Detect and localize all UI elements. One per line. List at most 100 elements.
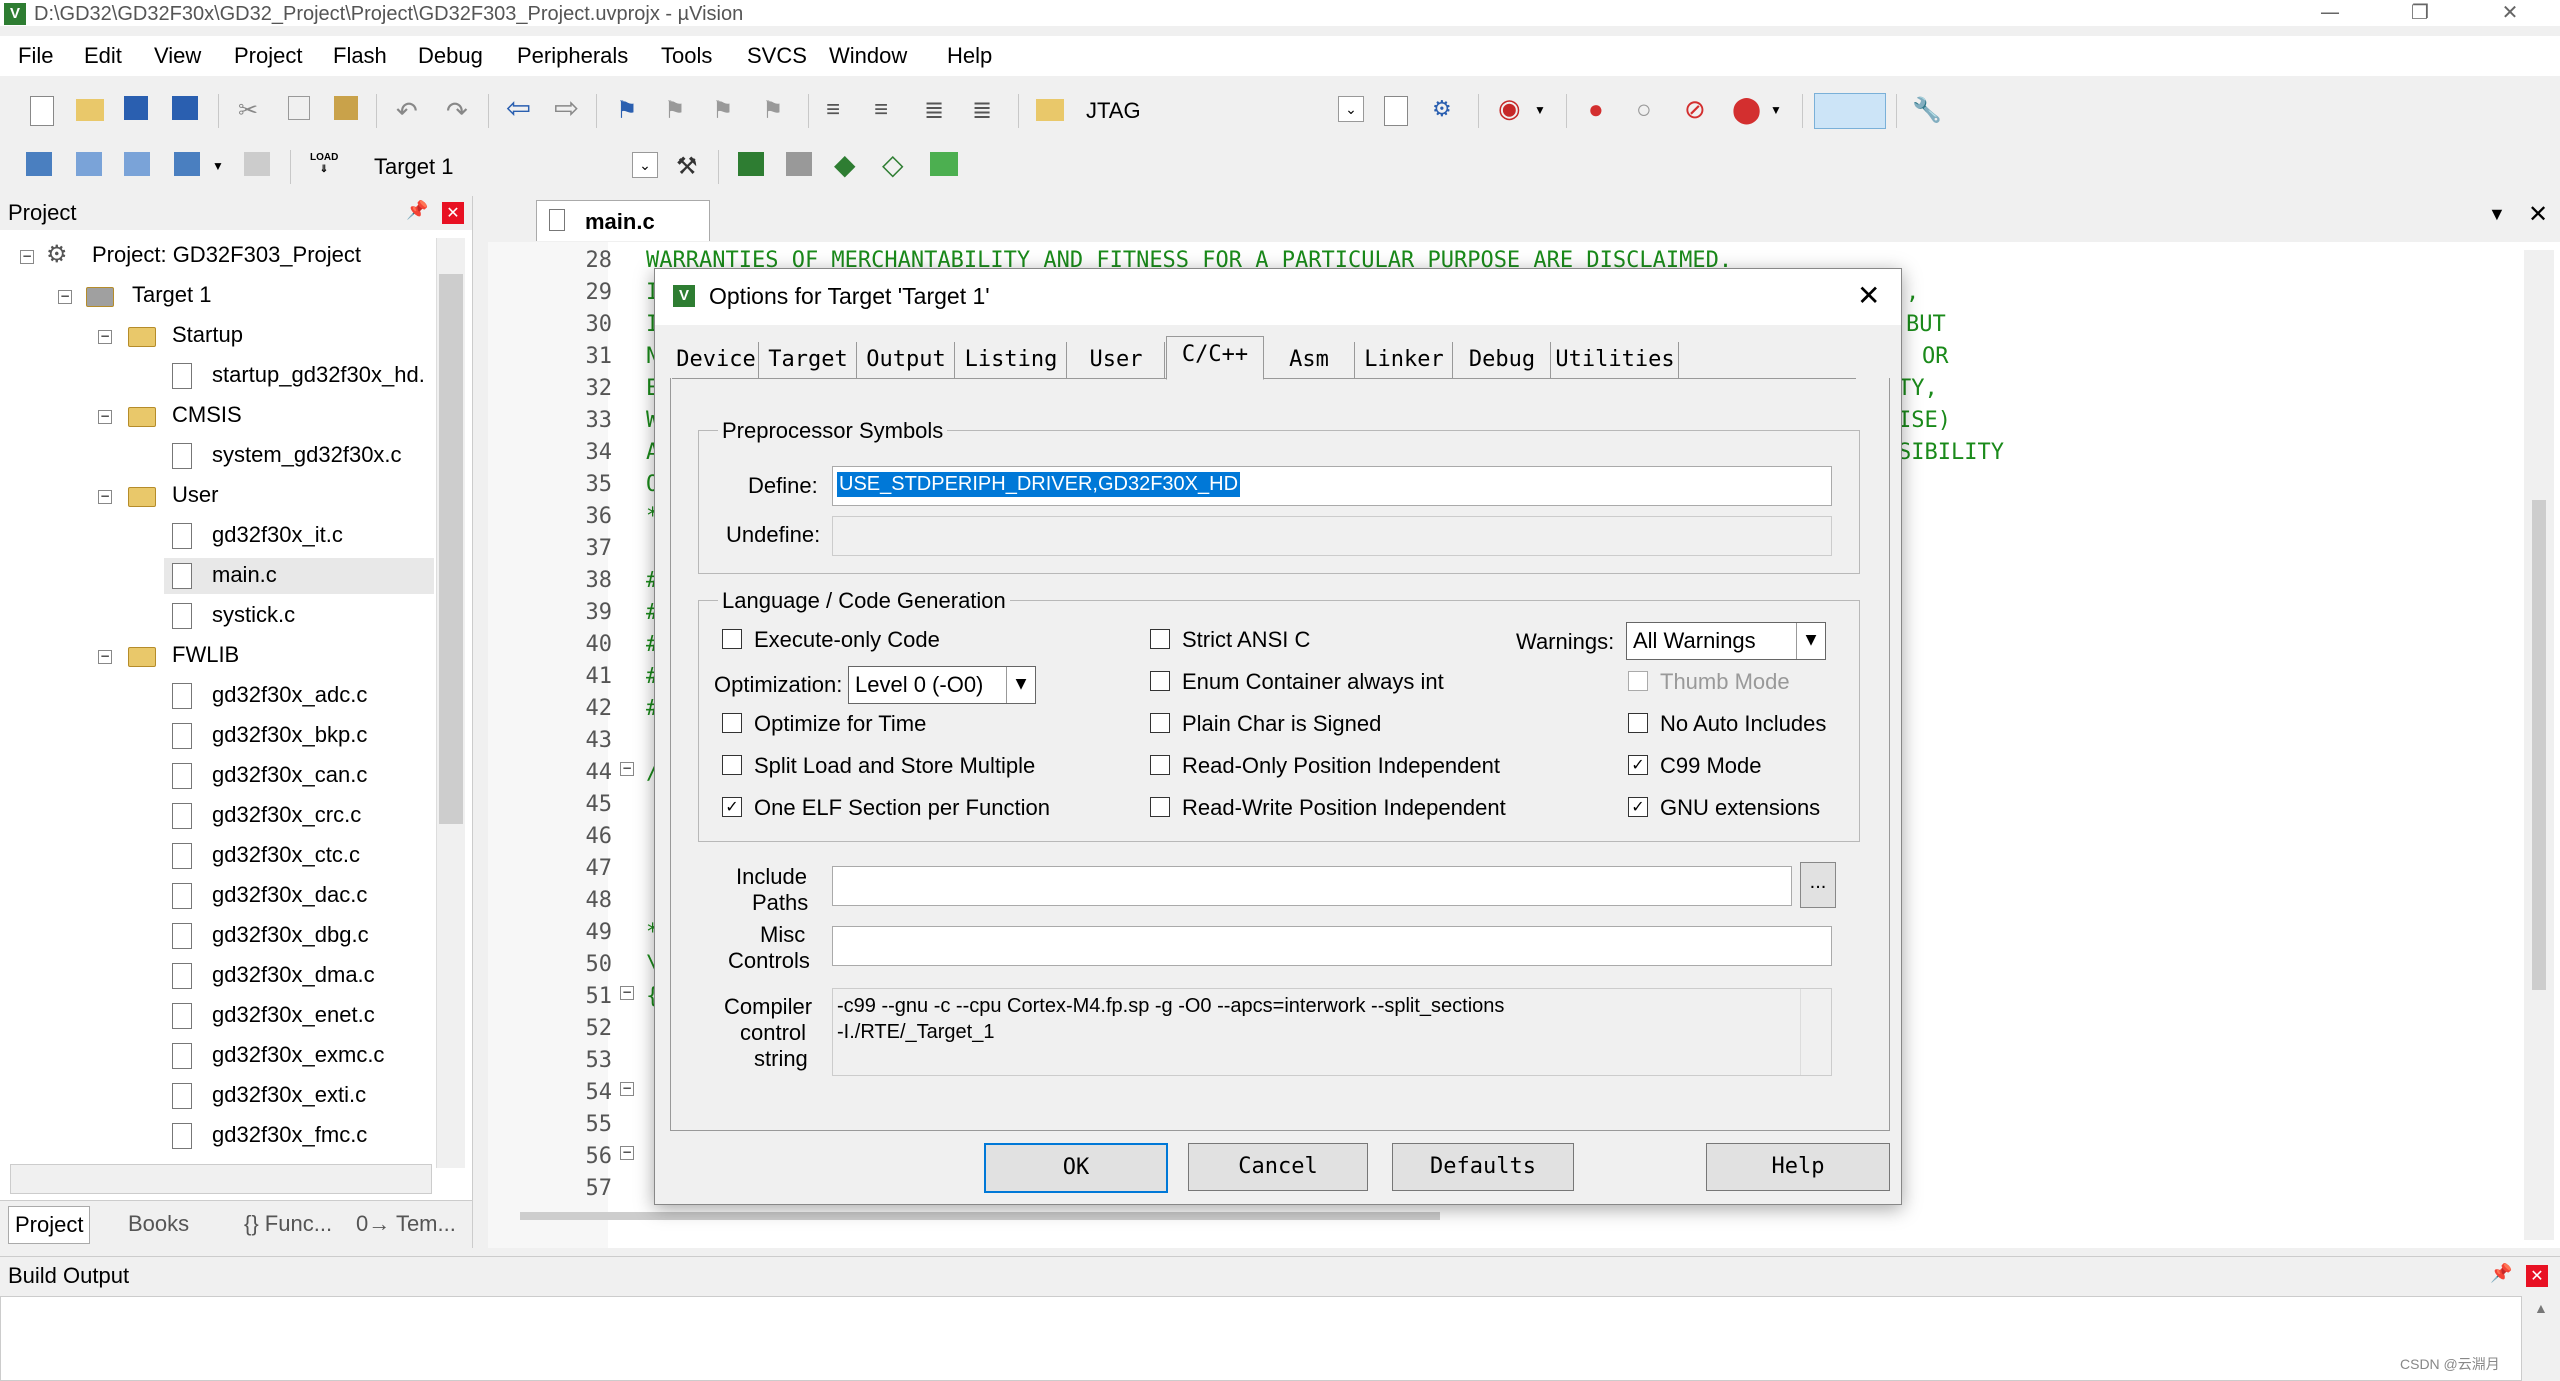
split-load-checkbox[interactable] — [722, 755, 742, 775]
pin-icon[interactable]: 📌 — [2490, 1263, 2512, 1284]
tab-asm[interactable]: Asm — [1264, 342, 1355, 378]
clear-bookmarks-icon[interactable]: ⚑ — [762, 96, 790, 124]
scroll-thumb[interactable] — [2532, 500, 2546, 990]
menu-tools[interactable]: Tools — [661, 43, 712, 69]
tab-user[interactable]: User — [1068, 342, 1165, 378]
one-elf-checkbox[interactable]: ✓ — [722, 797, 742, 817]
navigate-back-icon[interactable]: ⇦ — [506, 94, 534, 124]
misc-controls-input[interactable] — [832, 926, 1832, 966]
project-vscrollbar[interactable] — [436, 238, 465, 1168]
next-bookmark-icon[interactable]: ⚑ — [712, 96, 740, 124]
tree-file[interactable]: startup_gd32f30x_hd. — [212, 356, 425, 394]
paste-icon[interactable] — [334, 96, 358, 120]
comment-icon[interactable]: ≣ — [924, 96, 952, 124]
tab-dropdown-icon[interactable]: ▼ — [2488, 204, 2506, 225]
minimize-button[interactable]: — — [2290, 0, 2370, 26]
manage-rte-icon[interactable]: ◆ — [834, 151, 862, 180]
optimization-select[interactable]: Level 0 (-O0) ▼ — [848, 666, 1036, 704]
select-packs-icon[interactable] — [786, 152, 812, 176]
build-icon[interactable] — [76, 152, 102, 176]
component-icon[interactable] — [930, 152, 958, 176]
menu-view[interactable]: View — [154, 43, 201, 69]
undefine-input[interactable] — [832, 516, 1832, 556]
tree-file[interactable]: gd32f30x_ctc.c — [212, 836, 360, 874]
menu-svcs[interactable]: SVCS — [747, 43, 807, 69]
browse-button[interactable]: ... — [1800, 862, 1836, 908]
menu-file[interactable]: File — [18, 43, 53, 69]
new-file-icon[interactable] — [30, 96, 54, 126]
maximize-button[interactable]: ❐ — [2380, 0, 2460, 26]
close-editor-icon[interactable]: ✕ — [2528, 200, 2548, 228]
tab-target[interactable]: Target — [760, 342, 857, 378]
tree-file[interactable]: gd32f30x_adc.c — [212, 676, 367, 714]
navigate-forward-icon[interactable]: ⇨ — [554, 94, 582, 124]
tree-file[interactable]: gd32f30x_exmc.c — [212, 1036, 384, 1074]
tab-device[interactable]: Device — [674, 342, 759, 378]
tree-file[interactable]: system_gd32f30x.c — [212, 436, 402, 474]
tab-listing[interactable]: Listing — [956, 342, 1067, 378]
uncomment-icon[interactable]: ≣ — [972, 96, 1000, 124]
build-output-area[interactable] — [0, 1296, 2522, 1381]
rebuild-icon[interactable] — [124, 152, 150, 176]
unindent-icon[interactable]: ≡ — [874, 96, 902, 124]
defaults-button[interactable]: Defaults — [1392, 1143, 1574, 1191]
ok-button[interactable]: OK — [984, 1143, 1168, 1193]
stop-build-icon[interactable] — [244, 152, 270, 176]
tree-project-root[interactable]: Project: GD32F303_Project — [92, 236, 361, 274]
tab-utilities[interactable]: Utilities — [1552, 342, 1679, 378]
rw-pi-checkbox[interactable] — [1150, 797, 1170, 817]
target-dropdown-icon[interactable]: ⌄ — [632, 152, 658, 178]
manage-project-icon[interactable] — [738, 152, 764, 176]
tab-project[interactable]: Project — [8, 1206, 91, 1244]
batch-build-icon[interactable] — [174, 152, 200, 176]
disable-all-breakpoints-icon[interactable]: ⊘ — [1684, 96, 1712, 124]
expand-group-icon[interactable]: − — [98, 330, 112, 344]
adapter-dropdown-icon[interactable]: ⌄ — [1338, 96, 1364, 122]
menu-debug[interactable]: Debug — [418, 43, 483, 69]
warnings-select[interactable]: All Warnings ▼ — [1626, 622, 1826, 660]
tree-file[interactable]: gd32f30x_dac.c — [212, 876, 367, 914]
optimize-time-checkbox[interactable] — [722, 713, 742, 733]
menu-peripherals[interactable]: Peripherals — [517, 43, 628, 69]
strict-ansi-checkbox[interactable] — [1150, 629, 1170, 649]
menu-help[interactable]: Help — [947, 43, 992, 69]
tree-group-cmsis[interactable]: CMSIS — [172, 396, 242, 434]
tree-file-selected[interactable]: main.c — [212, 556, 277, 594]
menu-flash[interactable]: Flash — [333, 43, 387, 69]
expand-group-icon[interactable]: − — [98, 490, 112, 504]
enum-container-checkbox[interactable] — [1150, 671, 1170, 691]
wrench-icon[interactable]: 🔧 — [1912, 96, 1942, 124]
close-panel-icon[interactable]: ✕ — [442, 202, 464, 224]
expand-root-icon[interactable]: − — [20, 250, 34, 264]
define-input[interactable]: USE_STDPERIPH_DRIVER,GD32F30X_HD — [832, 466, 1832, 506]
bookmark-icon[interactable]: ⚑ — [616, 96, 644, 124]
options-for-target-icon[interactable]: ⚒ — [676, 152, 704, 180]
cancel-button[interactable]: Cancel — [1188, 1143, 1368, 1191]
save-all-icon[interactable] — [172, 96, 198, 120]
debug-dropdown-icon[interactable]: ▼ — [1534, 96, 1562, 124]
target-select[interactable]: Target 1 — [374, 154, 454, 180]
find-in-files-icon[interactable] — [1036, 99, 1064, 121]
tree-file[interactable]: gd32f30x_dbg.c — [212, 916, 369, 954]
tab-c-cpp[interactable]: C/C++ — [1166, 336, 1264, 380]
disable-breakpoint-icon[interactable]: ○ — [1636, 96, 1664, 124]
expand-group-icon[interactable]: − — [98, 410, 112, 424]
undo-icon[interactable]: ↶ — [396, 96, 424, 126]
tree-file[interactable]: gd32f30x_it.c — [212, 516, 343, 554]
tree-file[interactable]: gd32f30x_dma.c — [212, 956, 375, 994]
editor-vscrollbar[interactable] — [2524, 250, 2554, 1240]
scroll-thumb[interactable] — [439, 274, 463, 824]
tree-group-startup[interactable]: Startup — [172, 316, 243, 354]
tree-file[interactable]: gd32f30x_exti.c — [212, 1076, 366, 1114]
c99-mode-checkbox[interactable]: ✓ — [1628, 755, 1648, 775]
fold-marker-icon[interactable]: − — [620, 1082, 634, 1096]
editor-tab[interactable]: main.c — [536, 200, 710, 241]
open-folder-icon[interactable] — [76, 99, 104, 121]
tab-books[interactable]: Books — [128, 1206, 189, 1242]
breakpoint-dropdown-icon[interactable]: ▼ — [1770, 96, 1798, 124]
menu-project[interactable]: Project — [234, 43, 302, 69]
pack-installer-icon[interactable]: ◇ — [882, 151, 910, 180]
tree-file[interactable]: gd32f30x_enet.c — [212, 996, 375, 1034]
fold-marker-icon[interactable]: − — [620, 762, 634, 776]
tree-file[interactable]: gd32f30x_crc.c — [212, 796, 361, 834]
